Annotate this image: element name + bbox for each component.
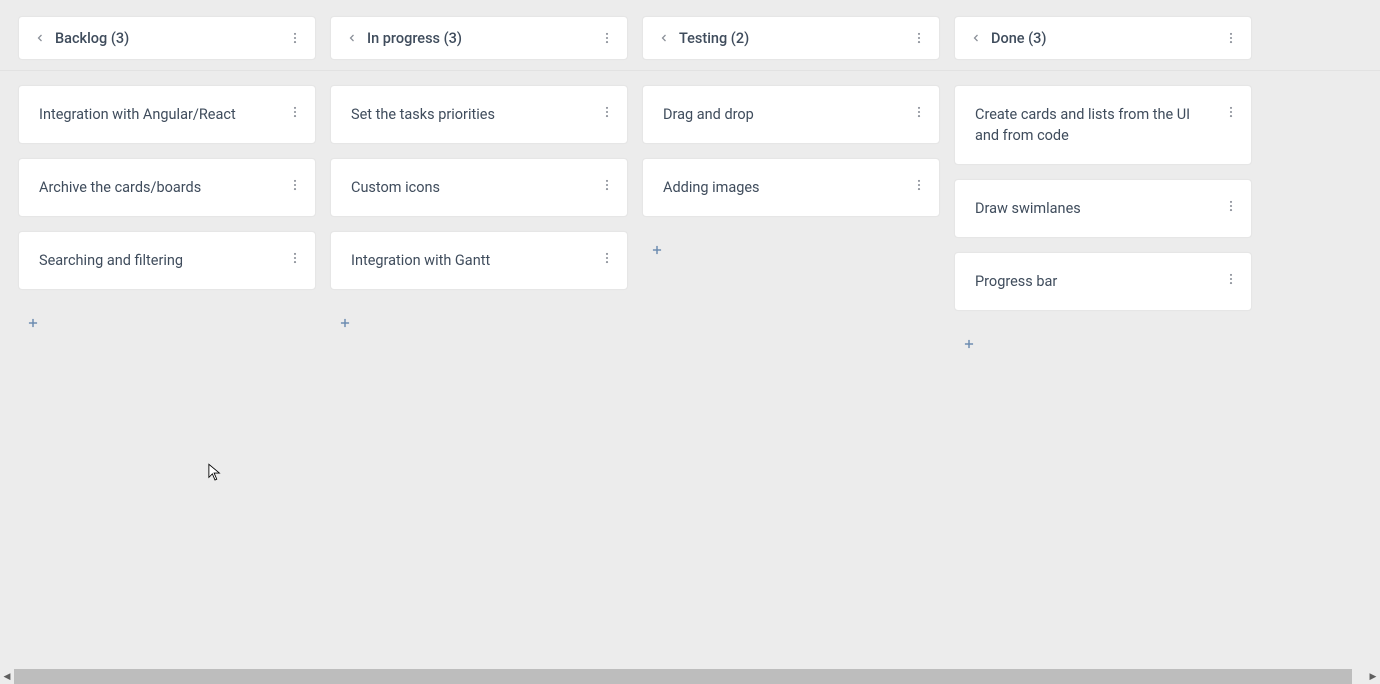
plus-icon	[26, 315, 40, 334]
column-title: Backlog (3)	[55, 30, 283, 47]
column-body-testing: Drag and drop Adding images	[642, 85, 940, 269]
kanban-card[interactable]: Set the tasks priorities	[330, 85, 628, 144]
chevron-left-icon[interactable]	[343, 29, 361, 47]
chevron-left-icon[interactable]	[31, 29, 49, 47]
kanban-card[interactable]: Searching and filtering	[18, 231, 316, 290]
more-vertical-icon[interactable]	[907, 26, 931, 50]
card-title: Drag and drop	[663, 104, 907, 125]
kanban-card[interactable]: Custom icons	[330, 158, 628, 217]
card-title: Progress bar	[975, 271, 1219, 292]
kanban-board: Backlog (3) In progress (3) Testing (2)	[0, 0, 1380, 684]
kanban-card[interactable]: Create cards and lists from the UI and f…	[954, 85, 1252, 165]
column-title: Testing (2)	[679, 30, 907, 47]
add-card-button[interactable]	[18, 306, 316, 342]
kanban-card[interactable]: Progress bar	[954, 252, 1252, 311]
more-vertical-icon[interactable]	[1219, 26, 1243, 50]
more-vertical-icon[interactable]	[283, 100, 307, 124]
card-title: Create cards and lists from the UI and f…	[975, 104, 1219, 146]
kanban-card[interactable]: Integration with Gantt	[330, 231, 628, 290]
column-body-backlog: Integration with Angular/React Archive t…	[18, 85, 316, 342]
more-vertical-icon[interactable]	[907, 100, 931, 124]
more-vertical-icon[interactable]	[595, 246, 619, 270]
column-header-in-progress[interactable]: In progress (3)	[330, 16, 628, 60]
kanban-card[interactable]: Drag and drop	[642, 85, 940, 144]
more-vertical-icon[interactable]	[1219, 267, 1243, 291]
card-title: Searching and filtering	[39, 250, 283, 271]
card-title: Integration with Gantt	[351, 250, 595, 271]
scroll-thumb[interactable]	[14, 669, 1352, 684]
add-card-button[interactable]	[330, 306, 628, 342]
scroll-right-arrow-icon[interactable]: ▶	[1366, 669, 1380, 684]
column-body-done: Create cards and lists from the UI and f…	[954, 85, 1252, 363]
plus-icon	[650, 242, 664, 261]
more-vertical-icon[interactable]	[283, 246, 307, 270]
more-vertical-icon[interactable]	[907, 173, 931, 197]
card-title: Set the tasks priorities	[351, 104, 595, 125]
more-vertical-icon[interactable]	[1219, 100, 1243, 124]
kanban-card[interactable]: Draw swimlanes	[954, 179, 1252, 238]
card-title: Integration with Angular/React	[39, 104, 283, 125]
more-vertical-icon[interactable]	[283, 173, 307, 197]
column-title: Done (3)	[991, 30, 1219, 47]
scroll-track[interactable]	[14, 669, 1366, 684]
column-title: In progress (3)	[367, 30, 595, 47]
kanban-card[interactable]: Integration with Angular/React	[18, 85, 316, 144]
more-vertical-icon[interactable]	[283, 26, 307, 50]
plus-icon	[338, 315, 352, 334]
more-vertical-icon[interactable]	[595, 100, 619, 124]
chevron-left-icon[interactable]	[655, 29, 673, 47]
columns-header-row: Backlog (3) In progress (3) Testing (2)	[0, 0, 1380, 71]
scroll-left-arrow-icon[interactable]: ◀	[0, 669, 14, 684]
columns-body-row: Integration with Angular/React Archive t…	[0, 71, 1380, 363]
chevron-left-icon[interactable]	[967, 29, 985, 47]
more-vertical-icon[interactable]	[1219, 194, 1243, 218]
horizontal-scrollbar[interactable]: ◀ ▶	[0, 669, 1380, 684]
more-vertical-icon[interactable]	[595, 26, 619, 50]
add-card-button[interactable]	[954, 327, 1252, 363]
plus-icon	[962, 336, 976, 355]
card-title: Adding images	[663, 177, 907, 198]
card-title: Draw swimlanes	[975, 198, 1219, 219]
more-vertical-icon[interactable]	[595, 173, 619, 197]
add-card-button[interactable]	[642, 233, 940, 269]
column-body-in-progress: Set the tasks priorities Custom icons In…	[330, 85, 628, 342]
kanban-card[interactable]: Adding images	[642, 158, 940, 217]
column-header-backlog[interactable]: Backlog (3)	[18, 16, 316, 60]
card-title: Custom icons	[351, 177, 595, 198]
card-title: Archive the cards/boards	[39, 177, 283, 198]
column-header-done[interactable]: Done (3)	[954, 16, 1252, 60]
column-header-testing[interactable]: Testing (2)	[642, 16, 940, 60]
kanban-card[interactable]: Archive the cards/boards	[18, 158, 316, 217]
